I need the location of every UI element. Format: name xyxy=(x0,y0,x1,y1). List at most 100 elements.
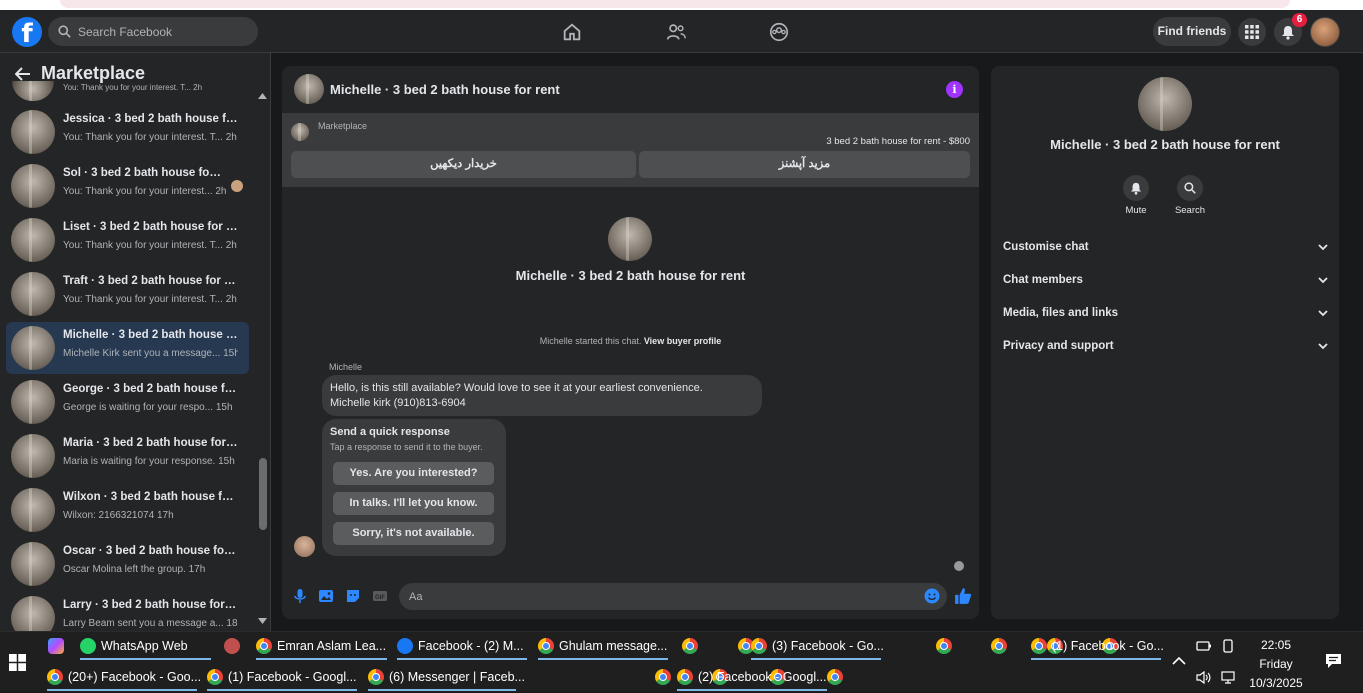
customise-chat-section[interactable]: Customise chat xyxy=(1003,236,1329,258)
taskbar-chrome-facebook-1b[interactable]: (1) Facebook - Googl... xyxy=(207,663,357,691)
friends-icon[interactable] xyxy=(665,21,687,43)
media-files-links-section[interactable]: Media, files and links xyxy=(1003,302,1329,324)
grid-menu-icon xyxy=(1245,25,1259,39)
conversation-larry[interactable]: Larry · 3 bed 2 bath house for rent Larry… xyxy=(6,592,249,631)
taskbar-chrome-messenger[interactable]: (6) Messenger | Faceb... xyxy=(368,663,525,691)
chat-header: Michelle · 3 bed 2 bath house for rent i xyxy=(282,66,979,114)
conversation-preview: Maria is waiting for your response. 15h xyxy=(63,456,235,467)
conversation-george[interactable]: George · 3 bed 2 bath house for rent Geor… xyxy=(6,376,249,428)
taskbar-whatsapp[interactable]: WhatsApp Web xyxy=(80,632,211,660)
listing-price[interactable]: 3 bed 2 bath house for rent - $800 xyxy=(826,136,970,147)
home-icon[interactable] xyxy=(561,21,583,43)
search-facebook-input[interactable]: Search Facebook xyxy=(48,17,258,46)
photo-icon[interactable] xyxy=(318,588,334,604)
sticker-icon[interactable] xyxy=(345,588,361,604)
seen-avatar xyxy=(231,180,243,192)
chrome-icon xyxy=(538,638,554,654)
conversation-name: Sol · 3 bed 2 bath house for rent xyxy=(63,167,223,179)
chrome-icon[interactable] xyxy=(935,638,952,654)
conversation-maria[interactable]: Maria · 3 bed 2 bath house for rent Maria… xyxy=(6,430,249,482)
chrome-icon xyxy=(1031,638,1047,654)
message-line: Michelle kirk (910)813-6904 xyxy=(330,397,466,409)
menu-button[interactable] xyxy=(1238,18,1266,46)
scroll-down-icon[interactable] xyxy=(258,618,267,624)
info-icon[interactable]: i xyxy=(946,81,963,98)
sidebar-title: Marketplace xyxy=(41,63,146,83)
message-input[interactable]: Aa xyxy=(399,583,947,610)
network-icon[interactable] xyxy=(1221,671,1237,684)
marketplace-label: Marketplace xyxy=(318,121,368,131)
quick-response-subtitle: Tap a response to send it to the buyer. xyxy=(330,442,483,452)
chrome-icon[interactable] xyxy=(682,638,698,654)
copilot-icon[interactable] xyxy=(48,638,64,654)
taskbar-facebook-messages[interactable]: Facebook - (2) M... xyxy=(397,632,527,660)
search-icon xyxy=(1184,182,1196,194)
clock-date: 10/3/2025 xyxy=(1249,676,1303,690)
profile-avatar[interactable] xyxy=(1310,17,1340,47)
conversation-michelle[interactable]: Michelle · 3 bed 2 bath house for rent Mi… xyxy=(6,322,249,374)
device-icon[interactable] xyxy=(1221,639,1235,653)
conversation-name: Jessica · 3 bed 2 bath house for rent xyxy=(63,113,238,125)
find-friends-button[interactable]: Find friends xyxy=(1153,17,1231,46)
conversation-thumbnail xyxy=(11,326,55,370)
quick-reply-yes[interactable]: Yes. Are you interested? xyxy=(333,462,494,485)
conversation-preview: Larry Beam sent you a message a... 18h xyxy=(63,618,238,629)
chrome-icon[interactable] xyxy=(991,638,1008,654)
sidebar-scrollbar[interactable] xyxy=(259,458,267,530)
system-clock[interactable]: 22:05 Friday 10/3/2025 xyxy=(1240,636,1312,693)
taskbar-chrome-facebook-1[interactable]: (1) Facebook - Go... xyxy=(1031,632,1164,660)
chrome-icon xyxy=(677,669,693,685)
volume-icon[interactable] xyxy=(1196,671,1212,684)
conversation-oscar[interactable]: Oscar · 3 bed 2 bath house for rent Oscar… xyxy=(6,538,249,590)
windows-start-icon[interactable] xyxy=(9,654,26,671)
chrome-icon[interactable] xyxy=(827,669,844,685)
notification-center-icon[interactable] xyxy=(1325,653,1342,669)
seen-receipt-avatar xyxy=(954,561,964,571)
search-placeholder: Search Facebook xyxy=(78,24,173,39)
conversation-thumbnail xyxy=(11,218,55,262)
windows-taskbar: WhatsApp Web Emran Aslam Lea... Facebook… xyxy=(0,631,1363,692)
conversation-preview: George is waiting for your respo... 15h xyxy=(63,402,233,413)
chat-title[interactable]: Michelle · 3 bed 2 bath house for rent xyxy=(330,82,560,97)
chrome-icon[interactable] xyxy=(654,669,671,685)
mute-button[interactable] xyxy=(1123,175,1149,201)
privacy-support-section[interactable]: Privacy and support xyxy=(1003,335,1329,357)
view-buyer-button[interactable]: خریدار دیکھیں xyxy=(291,151,636,178)
conversation-name: Maria · 3 bed 2 bath house for rent xyxy=(63,437,238,449)
taskbar-chrome-emran[interactable]: Emran Aslam Lea... xyxy=(256,632,387,660)
search-label: Search xyxy=(1174,205,1206,216)
search-chat-button[interactable] xyxy=(1177,175,1203,201)
quick-reply-in-talks[interactable]: In talks. I'll let you know. xyxy=(333,492,494,515)
app-icon[interactable] xyxy=(224,638,240,654)
facebook-logo[interactable]: f xyxy=(12,17,42,47)
taskbar-chrome-facebook-20[interactable]: (20+) Facebook - Goo... xyxy=(47,663,201,691)
quick-reply-sorry[interactable]: Sorry, it's not available. xyxy=(333,522,494,545)
conversation-preview: You: Thank you for your interest. T... 2… xyxy=(63,83,203,92)
conversation-preview: You: Thank you for your interest. T... 2… xyxy=(63,132,237,143)
taskbar-chrome-facebook-2[interactable]: (2) Facebook - Googl... xyxy=(677,663,827,691)
like-icon[interactable] xyxy=(954,587,972,605)
conversation-sol[interactable]: Sol · 3 bed 2 bath house for rent You: Th… xyxy=(6,160,249,212)
groups-icon[interactable] xyxy=(768,21,790,43)
chevron-up-icon[interactable] xyxy=(1172,656,1186,665)
emoji-icon[interactable] xyxy=(924,588,940,604)
microphone-icon[interactable] xyxy=(292,588,308,604)
details-name: Michelle · 3 bed 2 bath house for rent xyxy=(1050,137,1280,152)
more-options-button[interactable]: مزید آپشنز xyxy=(639,151,970,178)
chat-members-section[interactable]: Chat members xyxy=(1003,269,1329,291)
scroll-up-icon[interactable] xyxy=(258,93,267,99)
conversation-thumbnail xyxy=(11,434,55,478)
chat-center-avatar xyxy=(608,217,652,261)
chat-avatar[interactable] xyxy=(294,74,324,104)
conversation-wilxon[interactable]: Wilxon · 3 bed 2 bath house for rent Wilx… xyxy=(6,484,249,536)
conversation-jessica[interactable]: Jessica · 3 bed 2 bath house for rent You… xyxy=(6,106,249,158)
taskbar-chrome-ghulam[interactable]: Ghulam message... xyxy=(538,632,668,660)
conversation-traft[interactable]: Traft · 3 bed 2 bath house for rent You: … xyxy=(6,268,249,320)
battery-icon[interactable] xyxy=(1196,640,1212,652)
taskbar-chrome-facebook-3[interactable]: (3) Facebook - Go... xyxy=(751,632,884,660)
back-arrow-icon[interactable] xyxy=(15,66,31,81)
clock-day: Friday xyxy=(1259,657,1293,671)
conversation-liset[interactable]: Liset · 3 bed 2 bath house for rent You: … xyxy=(6,214,249,266)
view-buyer-profile-link[interactable]: View buyer profile xyxy=(644,336,721,346)
gif-icon[interactable]: GIF xyxy=(372,588,388,604)
